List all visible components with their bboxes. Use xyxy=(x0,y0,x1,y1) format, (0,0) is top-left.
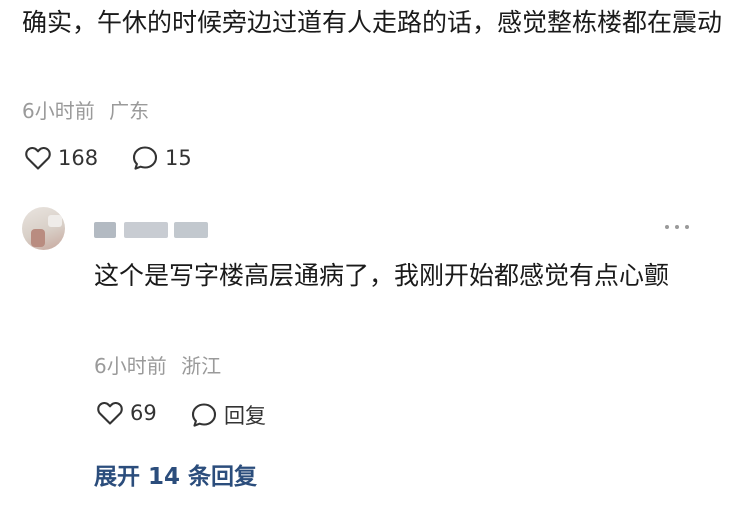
heart-outline-icon xyxy=(96,400,130,426)
comment-reply-button[interactable]: 15 xyxy=(131,145,192,171)
comment-text: 确实，午休的时候旁边过道有人走路的话，感觉整栋楼都在震动 xyxy=(22,8,723,37)
speech-bubble-icon xyxy=(131,145,165,171)
reply-meta: 6小时前 浙江 xyxy=(94,350,221,379)
reply-like-button[interactable]: 69 xyxy=(96,400,157,426)
avatar[interactable] xyxy=(22,207,65,250)
comment-location: 广东 xyxy=(109,99,150,123)
comment-time: 6小时前 xyxy=(22,99,95,123)
comment-like-count: 168 xyxy=(58,146,99,170)
expand-replies-link[interactable]: 展开 14 条回复 xyxy=(94,457,257,491)
reply-like-count: 69 xyxy=(130,401,157,425)
heart-outline-icon xyxy=(24,145,58,171)
reply-reply-button[interactable]: 回复 xyxy=(190,400,266,430)
comment-meta: 6小时前 广东 xyxy=(22,95,149,124)
comment-like-button[interactable]: 168 xyxy=(24,145,98,171)
more-dots-icon[interactable] xyxy=(660,214,694,240)
reply-location: 浙江 xyxy=(181,354,222,378)
reply-time: 6小时前 xyxy=(94,354,167,378)
username-blurred[interactable] xyxy=(94,219,209,241)
comment-reply-count: 15 xyxy=(165,146,192,170)
speech-bubble-icon xyxy=(190,402,224,428)
reply-reply-label: 回复 xyxy=(224,404,266,428)
reply-text: 这个是写字楼高层通病了，我刚开始都感觉有点心颤 xyxy=(94,261,670,290)
